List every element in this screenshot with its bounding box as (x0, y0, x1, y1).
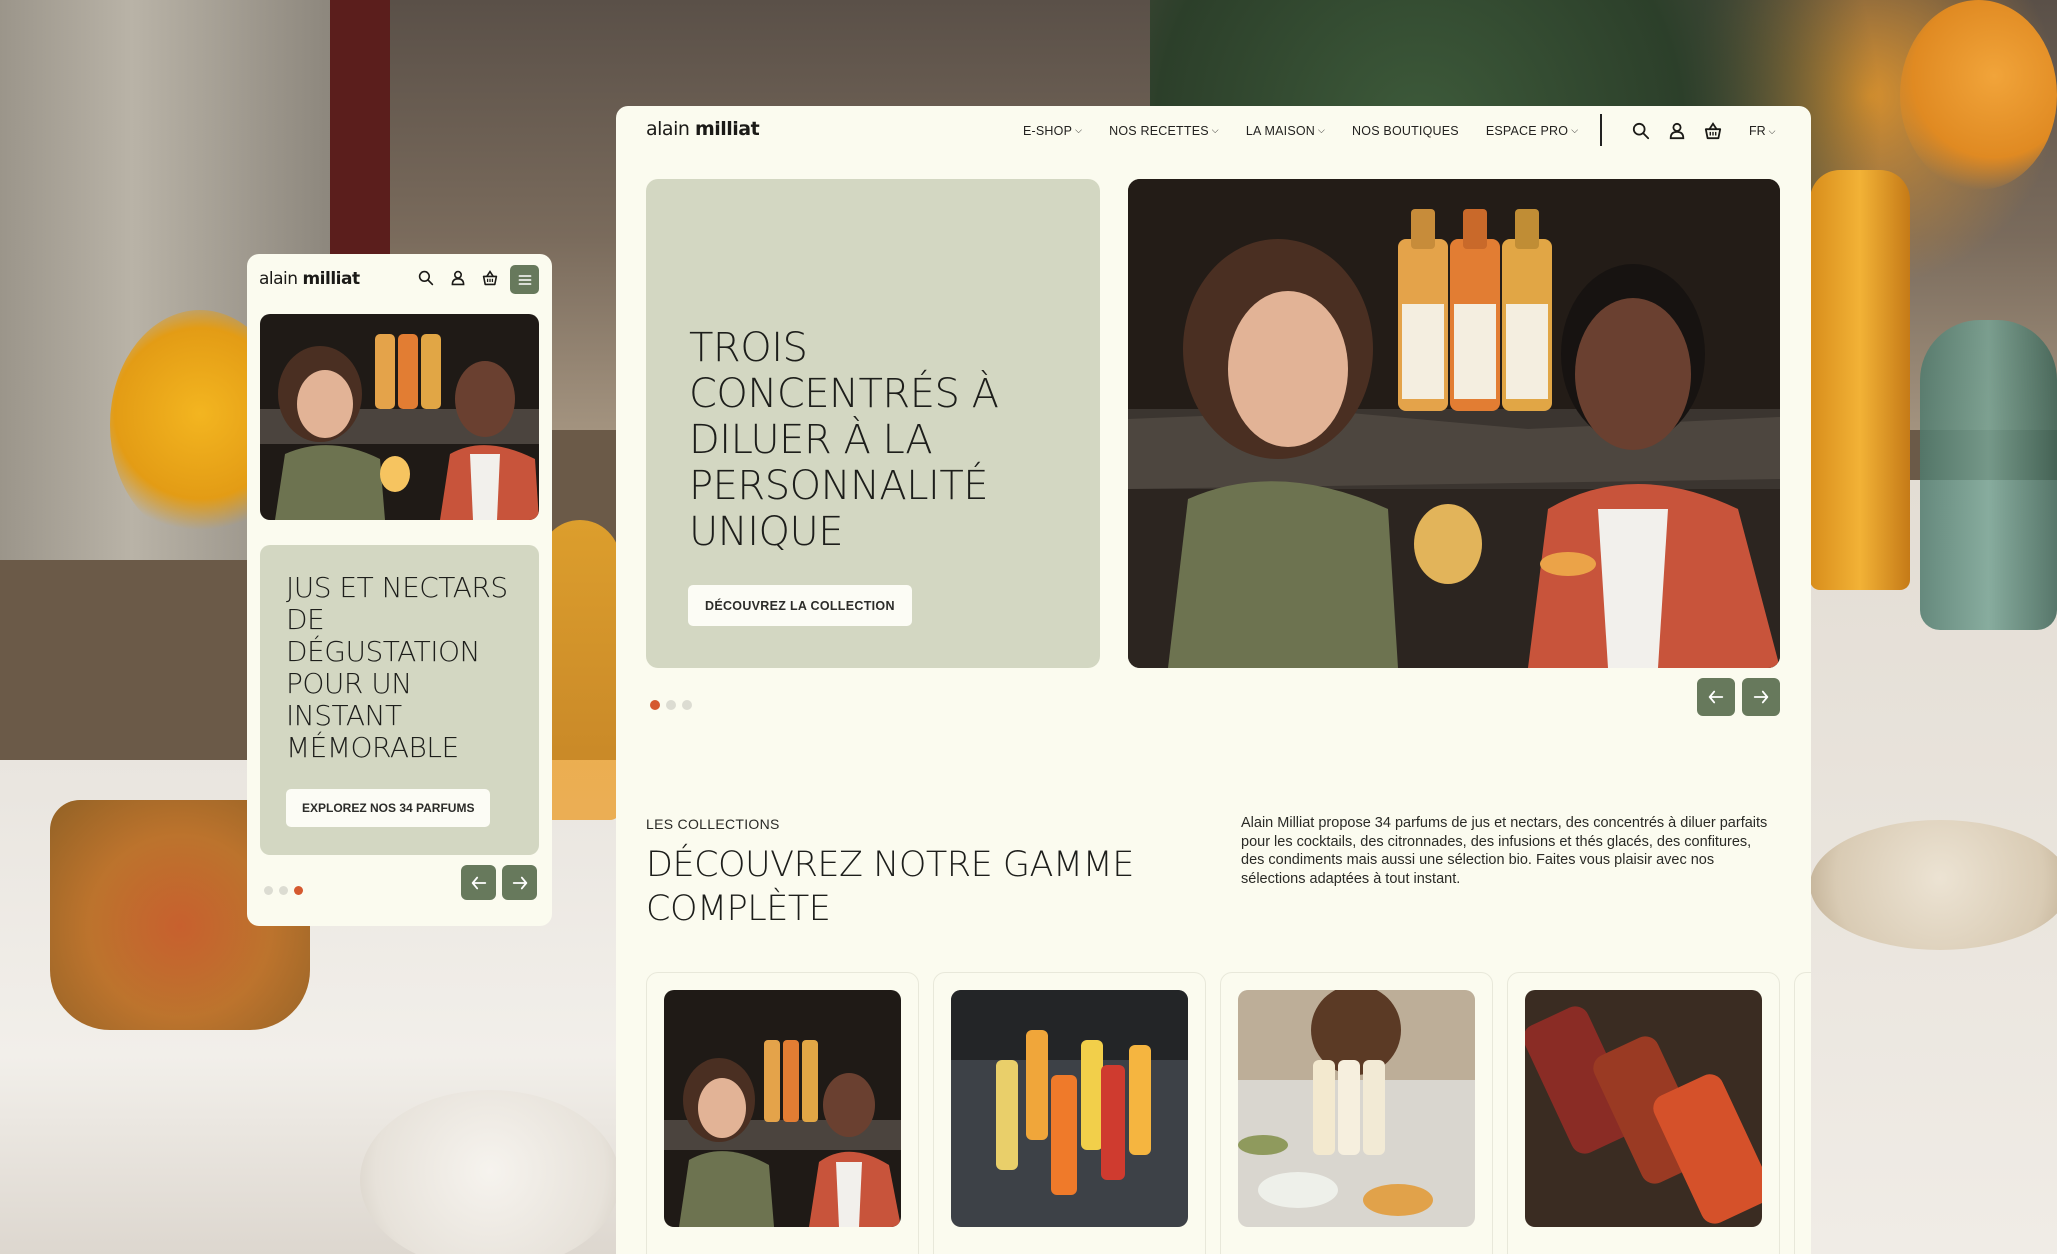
language-label: FR (1749, 124, 1766, 138)
background-green-bottle (1920, 320, 2057, 630)
chevron-down-icon: ⌵ (1768, 126, 1776, 136)
language-selector[interactable]: FR ⌵ (1749, 124, 1776, 138)
nav-label: E-SHOP (1023, 124, 1073, 138)
collection-card-image (1238, 990, 1475, 1227)
next-slide-button[interactable] (502, 865, 537, 900)
nav-item-eshop[interactable]: E-SHOP ⌵ (1023, 124, 1082, 138)
hero-image (1128, 179, 1780, 668)
collection-card[interactable] (1507, 972, 1780, 1254)
slider-dot-1[interactable] (650, 700, 660, 710)
collection-card-image (1525, 990, 1762, 1227)
mobile-brand-logo[interactable]: alain milliat (259, 269, 360, 289)
mobile-header-icons (415, 267, 501, 289)
collection-card[interactable] (933, 972, 1206, 1254)
collection-card-peek[interactable] (1794, 972, 1811, 1254)
mobile-page: alain milliat JUS ET NECTARS DE DÉGUSTAT… (247, 254, 552, 926)
header-icons (1630, 120, 1724, 142)
arrow-right-icon (512, 876, 527, 889)
collections-description: Alain Milliat propose 34 parfums de jus … (1241, 815, 1768, 887)
slider-dot-2[interactable] (279, 886, 288, 895)
arrow-right-icon (1753, 690, 1769, 704)
mobile-hero-panel: JUS ET NECTARS DE DÉGUSTATION POUR UN IN… (260, 545, 539, 855)
nav-label: NOS RECETTES (1109, 124, 1209, 138)
slider-dot-3[interactable] (294, 886, 303, 895)
chevron-down-icon: ⌵ (1075, 124, 1083, 135)
next-slide-button[interactable] (1742, 678, 1780, 716)
mobile-hero-title: JUS ET NECTARS DE DÉGUSTATION POUR UN IN… (286, 571, 508, 764)
basket-icon[interactable] (479, 267, 501, 289)
mobile-slider-arrows (461, 865, 537, 900)
background-plate-right (1810, 820, 2057, 950)
logo-word-1: alain (259, 269, 298, 289)
collections-eyebrow: LES COLLECTIONS (646, 816, 780, 832)
nav-label: LA MAISON (1245, 124, 1316, 138)
logo-word-2: milliat (302, 269, 360, 289)
collection-card-image (951, 990, 1188, 1227)
slider-dot-1[interactable] (264, 886, 273, 895)
search-icon[interactable] (415, 267, 437, 289)
chevron-down-icon: ⌵ (1318, 124, 1326, 135)
background-juice-bottle (1810, 170, 1910, 590)
menu-icon (518, 274, 531, 285)
slider-dot-3[interactable] (682, 700, 692, 710)
slider-dot-2[interactable] (666, 700, 676, 710)
nav-item-recettes[interactable]: NOS RECETTES ⌵ (1109, 124, 1219, 138)
basket-icon[interactable] (1702, 120, 1724, 142)
nav-item-espace-pro[interactable]: ESPACE PRO ⌵ (1486, 124, 1578, 138)
nav-item-maison[interactable]: LA MAISON ⌵ (1246, 124, 1325, 138)
collections-title: DÉCOUVREZ NOTRE GAMME COMPLÈTE (646, 845, 1134, 929)
collection-card[interactable] (646, 972, 919, 1254)
hero-title: TROIS CONCENTRÉS À DILUER À LA PERSONNAL… (689, 325, 999, 555)
background-cocktail-glass (540, 520, 620, 820)
prev-slide-button[interactable] (461, 865, 496, 900)
nav-label: NOS BOUTIQUES (1352, 124, 1459, 138)
main-nav: E-SHOP ⌵ NOS RECETTES ⌵ LA MAISON ⌵ NOS BOU… (1023, 124, 1605, 138)
mobile-hero-image (260, 314, 539, 520)
arrow-left-icon (471, 876, 486, 889)
chevron-down-icon: ⌵ (1571, 124, 1579, 135)
arrow-left-icon (1708, 690, 1724, 704)
hero-text-panel: TROIS CONCENTRÉS À DILUER À LA PERSONNAL… (646, 179, 1100, 668)
header-divider (1600, 114, 1602, 146)
logo-word-1: alain (646, 118, 690, 140)
nav-label: ESPACE PRO (1485, 124, 1569, 138)
mobile-slider-dots (264, 886, 303, 895)
collection-cards (646, 972, 1811, 1254)
hero-slider-dots (650, 700, 692, 710)
desktop-page: alain milliat E-SHOP ⌵ NOS RECETTES ⌵ LA M… (616, 106, 1811, 1254)
explore-flavors-button[interactable]: EXPLOREZ NOS 34 PARFUMS (286, 789, 491, 827)
logo-word-2: milliat (694, 118, 760, 140)
background-marigolds-right (1900, 0, 2057, 190)
chevron-down-icon: ⌵ (1211, 124, 1219, 135)
collection-card-image (664, 990, 901, 1227)
nav-item-boutiques[interactable]: NOS BOUTIQUES (1352, 124, 1459, 138)
search-icon[interactable] (1630, 120, 1652, 142)
prev-slide-button[interactable] (1697, 678, 1735, 716)
collection-card[interactable] (1220, 972, 1493, 1254)
menu-button[interactable] (510, 265, 539, 294)
discover-collection-button[interactable]: DÉCOUVREZ LA COLLECTION (688, 585, 912, 626)
user-icon[interactable] (447, 267, 469, 289)
brand-logo[interactable]: alain milliat (646, 118, 760, 140)
desktop-header: alain milliat E-SHOP ⌵ NOS RECETTES ⌵ LA M… (616, 106, 1811, 158)
hero-slider-arrows (1697, 678, 1780, 716)
user-icon[interactable] (1666, 120, 1688, 142)
